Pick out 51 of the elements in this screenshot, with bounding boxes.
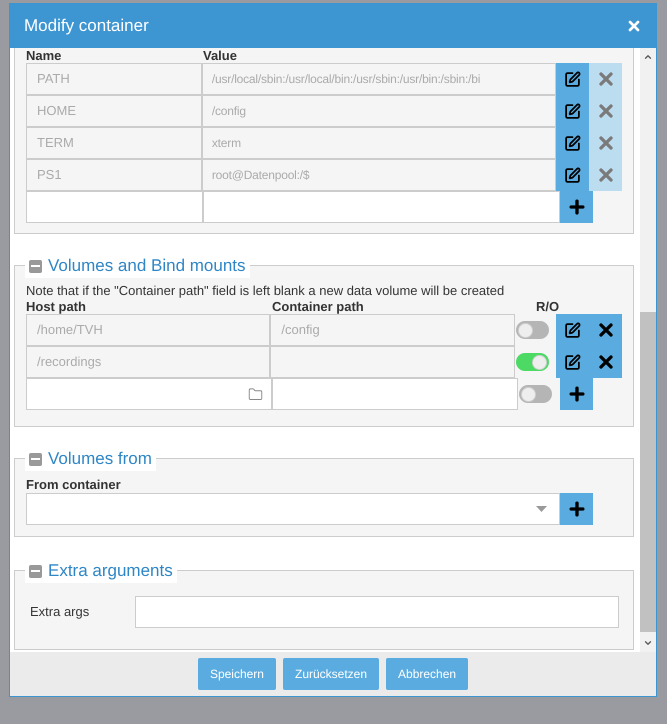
toggle-switch[interactable] [516,353,549,371]
container-path-input[interactable] [272,378,518,410]
value-input[interactable] [203,191,560,223]
scrollbar-thumb[interactable] [640,312,656,632]
plus-icon [566,384,586,404]
plus-icon [566,499,586,519]
edit-icon [564,322,582,338]
toggle-switch[interactable] [519,385,552,403]
folder-icon[interactable] [248,386,263,402]
add-button[interactable] [560,378,593,410]
section-title: Volumes from [48,448,152,470]
name-input[interactable] [26,191,203,223]
scrollbar[interactable] [640,48,656,652]
column-header: Name [26,48,62,63]
section-title: Volumes and Bind mounts [48,255,246,277]
column-header: Host path [26,299,87,314]
add-button[interactable] [560,493,593,525]
note-text: Note that if the "Container path" field is left blank a new data volume will be created [26,283,506,299]
column-header: Value [203,48,237,63]
plus-icon [566,197,586,217]
edit-icon [564,354,582,370]
edit-icon [564,134,582,152]
edit-icon [564,102,582,120]
section-title: Extra arguments [48,560,173,582]
caret-icon [536,506,547,512]
field-label: Extra args [30,603,90,622]
field-label: From container [26,477,122,493]
scroll-up-icon[interactable] [643,52,653,62]
host-path-input[interactable] [26,378,272,410]
footer-button[interactable]: Abbrechen [386,658,468,690]
edit-button[interactable] [556,63,590,95]
host-path-field[interactable]: /home/TVH [26,314,270,346]
collapse-icon[interactable] [29,260,42,272]
dialog-title: Modify container [24,15,149,38]
column-header: R/O [536,299,560,314]
column-header: Container path [272,299,365,314]
footer-button[interactable]: Speichern [198,658,276,690]
collapse-icon[interactable] [29,564,42,578]
extra-args-input[interactable] [135,596,619,628]
x-icon [626,18,642,34]
host-path-field[interactable]: /recordings [26,346,270,378]
edit-icon [564,70,582,88]
close-icon[interactable] [626,18,642,34]
container-path-field[interactable] [270,346,515,378]
scroll-down-icon[interactable] [643,638,653,648]
edit-icon [564,166,582,184]
add-button[interactable] [560,191,593,223]
toggle-switch[interactable] [516,321,549,339]
container-path-field[interactable]: /config [270,314,515,346]
collapse-icon[interactable] [29,452,42,466]
footer-button[interactable]: Zurücksetzen [282,658,380,690]
